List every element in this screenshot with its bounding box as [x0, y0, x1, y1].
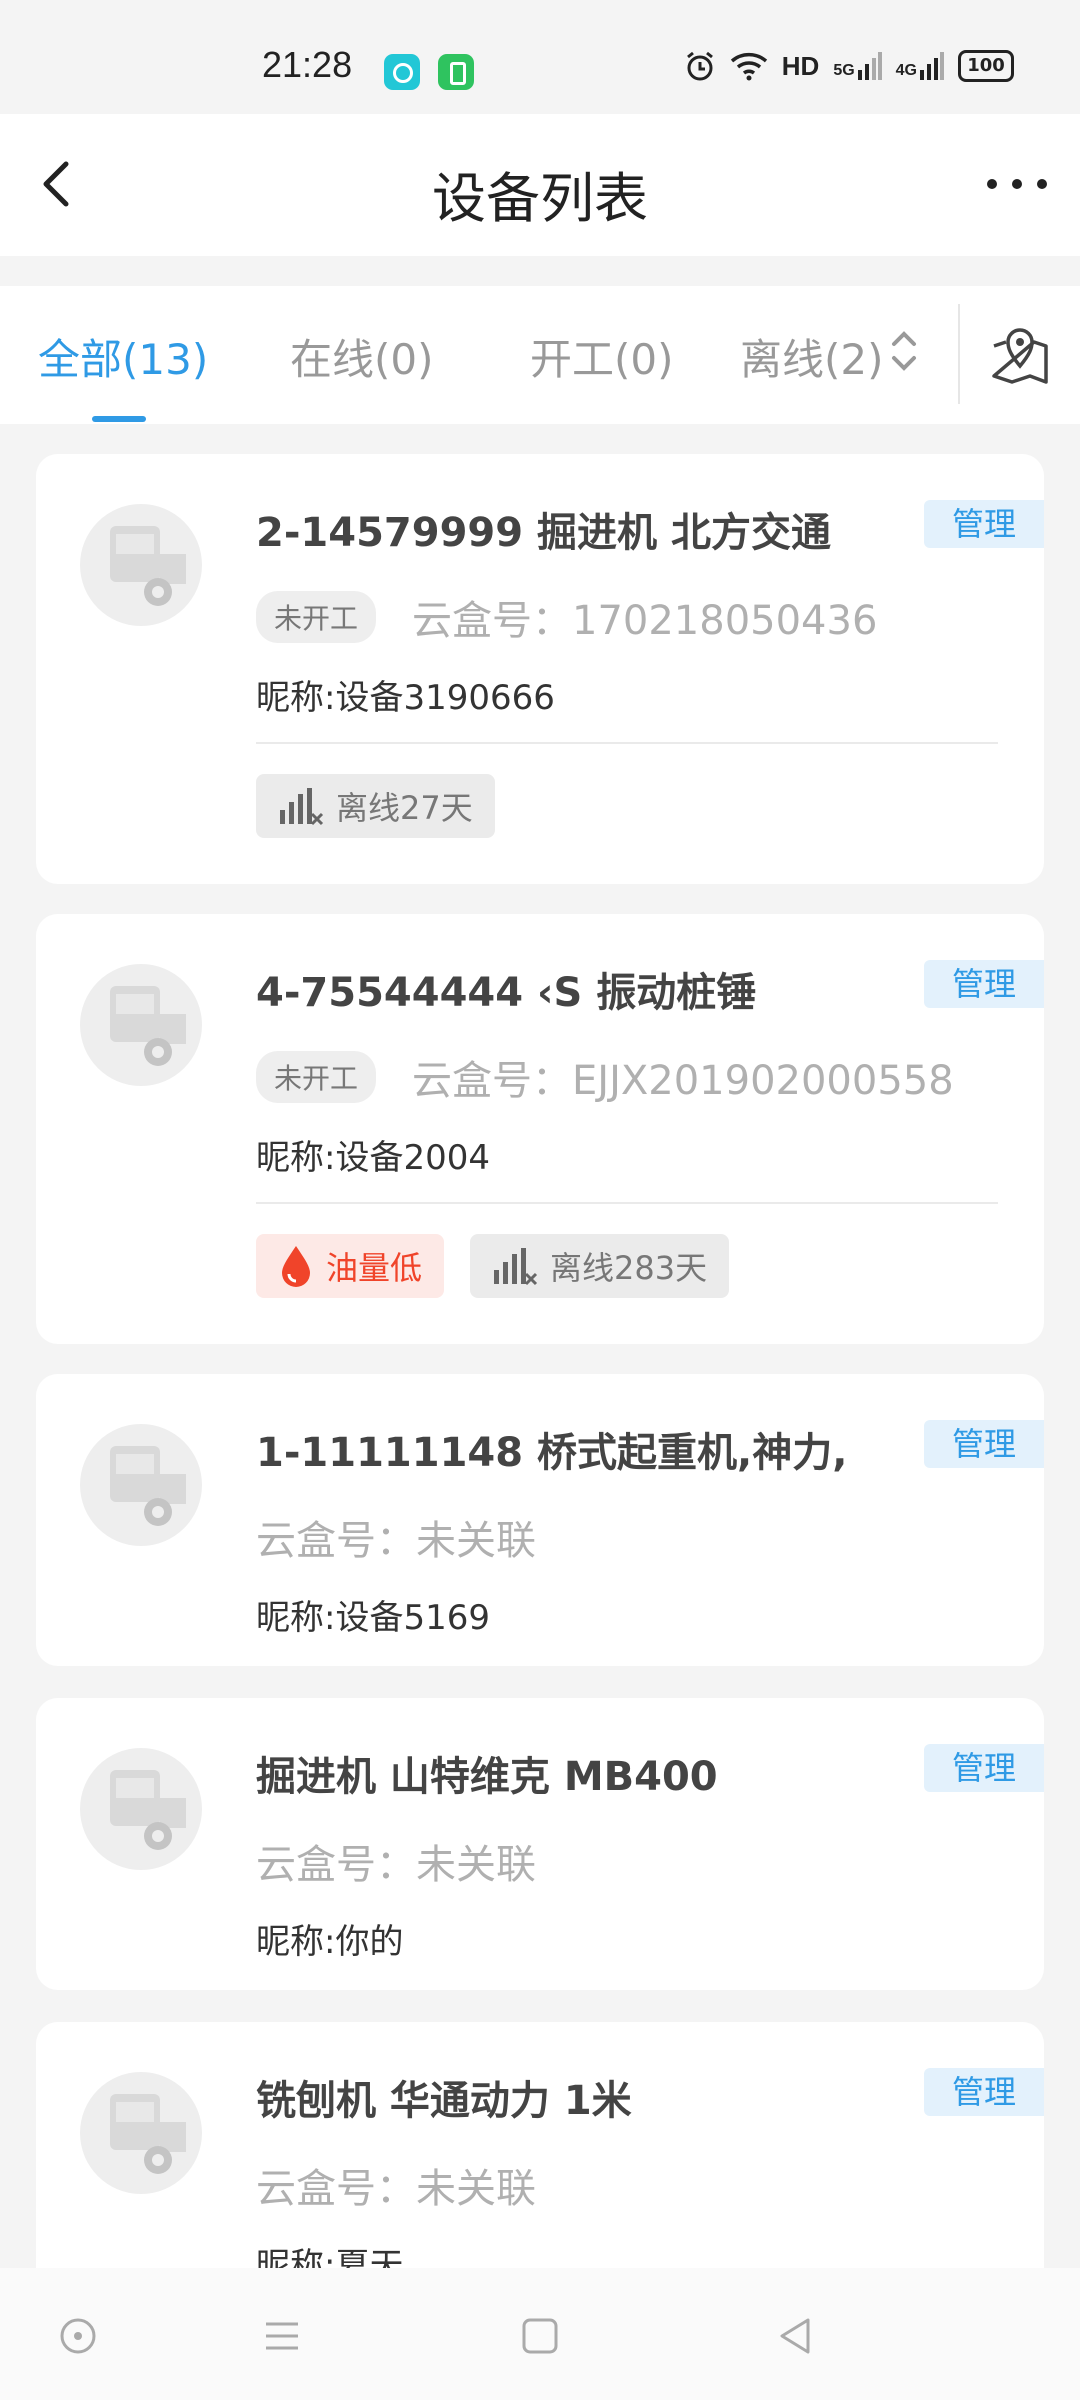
- manage-button[interactable]: 管理: [924, 1420, 1044, 1468]
- device-title: 铣刨机 华通动力 1米: [256, 2078, 632, 2124]
- cloud-box-number: 云盒号：未关联: [256, 2166, 536, 2212]
- signal-4g-icon: 4G: [896, 52, 944, 80]
- device-status-row: 云盒号：未关联: [256, 1832, 536, 1890]
- back-nav-icon[interactable]: [772, 2312, 820, 2360]
- oil-low-tag: 油量低: [256, 1234, 445, 1298]
- signal-5g-icon: 5G: [833, 52, 882, 80]
- device-title: 1-11111148 桥式起重机,神力,: [256, 1430, 848, 1476]
- status-badge: 未开工: [256, 591, 377, 643]
- offline-tag: 离线27天: [256, 774, 495, 838]
- device-avatar: [80, 504, 202, 626]
- map-location-icon[interactable]: [990, 322, 1050, 386]
- device-card[interactable]: 掘进机 山特维克 MB400 管理 云盒号：未关联 昵称:你的: [36, 1698, 1044, 1990]
- cloud-box-number: 云盒号：未关联: [256, 1842, 536, 1888]
- device-avatar: [80, 964, 202, 1086]
- status-bar: 21:28 HD 5G 4G 100: [0, 0, 1080, 114]
- filter-tabs: 全部(13) 在线(0) 开工(0) 离线(2): [0, 286, 1080, 424]
- truck-icon: [110, 1446, 186, 1526]
- device-status-row: 未开工 云盒号：170218050436: [256, 588, 877, 646]
- assistant-icon[interactable]: [54, 2312, 102, 2360]
- truck-icon: [110, 2094, 186, 2174]
- hd-indicator: HD: [781, 50, 820, 81]
- device-avatar: [80, 2072, 202, 2194]
- cloud-box-number: 云盒号：未关联: [256, 1518, 536, 1564]
- truck-icon: [110, 526, 186, 606]
- offline-tag: 离线283天: [470, 1234, 730, 1298]
- signal-offline-icon: [494, 1248, 538, 1286]
- device-status-row: 未开工 云盒号：EJJX201902000558: [256, 1048, 954, 1106]
- menu-icon[interactable]: [258, 2312, 306, 2360]
- tab-offline[interactable]: 离线(2): [740, 326, 884, 387]
- truck-icon: [110, 1770, 186, 1850]
- tab-all[interactable]: 全部(13): [38, 326, 208, 387]
- device-card[interactable]: 1-11111148 桥式起重机,神力, 管理 云盒号：未关联 昵称:设备516…: [36, 1374, 1044, 1666]
- device-nickname: 昵称:设备5169: [256, 1598, 490, 1638]
- tab-working[interactable]: 开工(0): [530, 326, 674, 387]
- cloud-box-number: 云盒号：170218050436: [412, 598, 878, 644]
- oil-drop-icon: [282, 1246, 310, 1287]
- offline-duration: 离线27天: [336, 789, 473, 827]
- device-avatar: [80, 1748, 202, 1870]
- status-badge: 未开工: [256, 1051, 377, 1103]
- device-list: 2-14579999 掘进机 北方交通 管理 未开工 云盒号：170218050…: [0, 424, 1080, 2268]
- more-options-icon[interactable]: [982, 164, 1052, 204]
- status-time: 21:28: [262, 44, 353, 85]
- device-title: 2-14579999 掘进机 北方交通: [256, 510, 831, 556]
- device-nickname: 昵称:你的: [256, 1922, 404, 1962]
- status-icons: HD 5G 4G 100: [684, 50, 1014, 82]
- page-title: 设备列表: [432, 167, 648, 230]
- device-status-row: 云盒号：未关联: [256, 1508, 536, 1566]
- device-nickname: 昵称:设备3190666: [256, 678, 555, 718]
- system-nav-bar: [0, 2268, 1080, 2400]
- active-tab-indicator: [92, 416, 146, 422]
- device-card[interactable]: 4-75544444 ‹S 振动桩锤 管理 未开工 云盒号：EJJX201902…: [36, 914, 1044, 1344]
- divider: [256, 1202, 998, 1204]
- device-tags: 油量低 离线283天: [256, 1234, 730, 1298]
- manage-button[interactable]: 管理: [924, 960, 1044, 1008]
- device-title: 4-75544444 ‹S 振动桩锤: [256, 970, 757, 1016]
- manage-button[interactable]: 管理: [924, 2068, 1044, 2116]
- offline-duration: 离线283天: [550, 1249, 708, 1287]
- cloud-box-number: 云盒号：EJJX201902000558: [412, 1058, 954, 1104]
- wifi-icon: [730, 53, 767, 81]
- manage-button[interactable]: 管理: [924, 500, 1044, 548]
- device-card[interactable]: 铣刨机 华通动力 1米 管理 云盒号：未关联 昵称:夏天: [36, 2022, 1044, 2268]
- tab-online[interactable]: 在线(0): [290, 326, 434, 387]
- device-nickname: 昵称:夏天: [256, 2246, 404, 2268]
- tab-divider: [958, 304, 960, 404]
- signal-offline-icon: [280, 788, 324, 826]
- device-nickname: 昵称:设备2004: [256, 1138, 490, 1178]
- sort-icon[interactable]: [890, 326, 918, 376]
- battery-icon: 100: [958, 50, 1014, 82]
- alarm-icon: [686, 51, 713, 81]
- battery-app-notification-icon: [438, 54, 474, 90]
- truck-icon: [110, 986, 186, 1066]
- oil-low-label: 油量低: [326, 1249, 423, 1287]
- app-notification-icon: [384, 54, 420, 90]
- app-header: 设备列表: [0, 114, 1080, 256]
- home-icon[interactable]: [516, 2312, 564, 2360]
- manage-button[interactable]: 管理: [924, 1744, 1044, 1792]
- device-card[interactable]: 2-14579999 掘进机 北方交通 管理 未开工 云盒号：170218050…: [36, 454, 1044, 884]
- device-tags: 离线27天: [256, 774, 495, 838]
- device-title: 掘进机 山特维克 MB400: [256, 1754, 718, 1800]
- divider: [256, 742, 998, 744]
- device-status-row: 云盒号：未关联: [256, 2156, 536, 2214]
- device-avatar: [80, 1424, 202, 1546]
